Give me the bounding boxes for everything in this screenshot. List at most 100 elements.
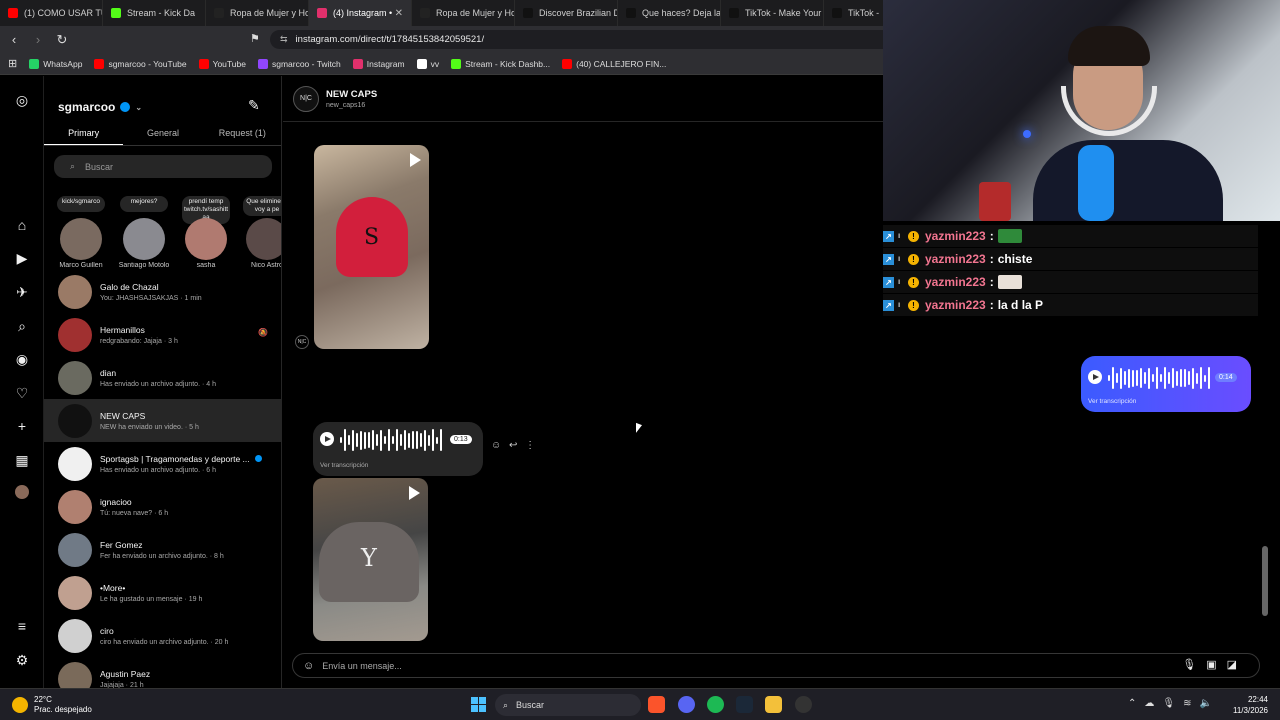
tab-requests[interactable]: Request (1) — [203, 122, 281, 145]
more-options-icon[interactable]: ⋮ — [525, 440, 535, 451]
meta-apps-icon[interactable]: ⚙ — [12, 650, 32, 670]
wifi-icon[interactable]: ≋ — [1183, 698, 1199, 709]
tab-title: Ropa de Mujer y Ho — [436, 8, 515, 18]
profile-avatar[interactable] — [12, 484, 32, 504]
nav-rail: ◎ ⌂ ▶ ✈ ⌕ ◉ ♡ + ▦ ≡ ⚙ — [0, 76, 44, 688]
browser-tab[interactable]: Que haces? Deja la — [618, 0, 721, 26]
search-icon[interactable]: ⌕ — [12, 316, 32, 336]
explore-icon[interactable]: ◉ — [12, 349, 32, 369]
weather-desc: Prac. despejado — [34, 705, 92, 714]
volume-icon[interactable]: 🔈 — [1199, 698, 1219, 709]
bookmark-item[interactable]: Instagram — [352, 58, 405, 69]
chat-message: la d la P — [997, 298, 1044, 312]
microphone-icon[interactable]: 🎙 — [1182, 659, 1206, 671]
file-explorer-icon[interactable] — [765, 696, 782, 713]
conversation-item[interactable]: Fer Gomez Fer ha enviado un archivo adjun… — [44, 528, 281, 571]
audio-message-outgoing[interactable]: 0:14 Ver transcripción — [1081, 356, 1251, 412]
create-icon[interactable]: + — [12, 416, 32, 436]
bookmark-label: Stream - Kick Dashb... — [465, 58, 551, 69]
view-transcription-link[interactable]: Ver transcripción — [1088, 398, 1136, 405]
search-icon: ⌕ — [70, 161, 76, 171]
tab-general[interactable]: General — [123, 122, 202, 145]
browser-tab[interactable]: TikTok - Make Your — [721, 0, 824, 26]
chat-avatar[interactable]: N|C — [293, 86, 319, 112]
more-menu-icon[interactable]: ≡ — [12, 616, 32, 636]
react-icon[interactable]: ☺ — [491, 440, 501, 451]
emote-icon — [997, 275, 1022, 289]
obs-icon[interactable] — [795, 696, 812, 713]
steam-icon[interactable] — [736, 696, 753, 713]
bookmark-item[interactable]: sgmarcoo - YouTube — [94, 58, 187, 69]
network-icon[interactable]: ☁ — [1144, 698, 1162, 709]
messages-icon[interactable]: ✈ — [12, 282, 32, 302]
emoji-icon[interactable]: ☺ — [303, 660, 314, 672]
message-input[interactable]: ☺ Envía un mensaje... 🎙▣◪ — [292, 653, 1260, 678]
tab-favicon-icon — [832, 8, 842, 18]
back-icon[interactable]: ‹ — [4, 32, 24, 47]
conversation-preview: Has enviado un archivo adjunto. · 6 h — [100, 466, 216, 474]
play-icon[interactable] — [320, 432, 334, 446]
taskbar-search[interactable]: ⌕ Buscar — [495, 694, 641, 716]
conversation-item[interactable]: NEW CAPS NEW ha enviado un video. · 5 h — [44, 399, 281, 442]
microphone-icon[interactable]: 🎙 — [1162, 698, 1183, 709]
conversation-item[interactable]: ciro ciro ha enviado un archivo adjunto. … — [44, 614, 281, 657]
bookmark-icon[interactable]: ⚑ — [250, 32, 260, 45]
browser-tab[interactable]: (1) COMO USAR TU — [0, 0, 103, 26]
discord-icon[interactable] — [678, 696, 695, 713]
reels-icon[interactable]: ▶ — [12, 248, 32, 268]
info-badge-icon: ! — [908, 276, 919, 288]
close-tab-icon[interactable]: ✕ — [395, 8, 403, 19]
site-info-icon[interactable]: ⇆ — [280, 34, 288, 45]
browser-tab[interactable]: Ropa de Mujer y Ho — [206, 0, 309, 26]
new-message-icon[interactable]: ✎ — [248, 97, 260, 114]
sticker-icon[interactable]: ◪ — [1227, 659, 1247, 671]
chat-title[interactable]: NEW CAPS — [326, 89, 377, 100]
bookmark-item[interactable]: WhatsApp — [29, 58, 82, 69]
browser-tab[interactable]: Discover Brazilian D — [515, 0, 618, 26]
reply-icon[interactable]: ↩ — [509, 440, 517, 451]
play-icon[interactable] — [1088, 370, 1102, 384]
clock[interactable]: 22:44 11/3/2026 — [1233, 694, 1268, 716]
tab-primary[interactable]: Primary — [44, 122, 124, 145]
start-icon[interactable] — [471, 697, 486, 712]
browser-tab[interactable]: Ropa de Mujer y Ho — [412, 0, 515, 26]
note-bubble: Que elimine le voy a pe — [243, 196, 281, 216]
bookmark-item[interactable]: Stream - Kick Dashb... — [451, 58, 551, 69]
conversation-item[interactable]: Hermanillos redgrabando: Jajaja · 3 h 🔕 — [44, 313, 281, 356]
reload-icon[interactable]: ↻ — [52, 32, 72, 48]
chevron-up-icon[interactable]: ⌃ — [1128, 698, 1144, 709]
audio-message-incoming[interactable]: 0:13 Ver transcripción — [313, 422, 483, 476]
dashboard-icon[interactable]: ▦ — [12, 450, 32, 470]
apps-grid-icon[interactable]: ⊞ — [8, 57, 17, 70]
browser-tab[interactable]: (4) Instagram • ✕ — [309, 0, 412, 26]
conversation-item[interactable]: ignacioo Tú: nueva nave? · 6 h — [44, 485, 281, 528]
home-icon[interactable]: ⌂ — [12, 215, 32, 235]
video-message-grey-cap[interactable]: Y — [313, 478, 428, 641]
notifications-icon[interactable]: ♡ — [12, 383, 32, 403]
instagram-logo-icon[interactable]: ◎ — [12, 90, 32, 110]
search-input[interactable]: ⌕ Buscar — [54, 155, 272, 178]
bookmark-item[interactable]: vv — [416, 58, 439, 69]
video-message-red-cap[interactable]: S — [314, 145, 429, 349]
browser-tab[interactable]: Stream - Kick Da — [103, 0, 206, 26]
bookmark-item[interactable]: sgmarcoo - Twitch — [257, 58, 341, 69]
spotify-icon[interactable] — [707, 696, 724, 713]
view-transcription-link[interactable]: Ver transcripción — [320, 462, 368, 469]
conversation-item[interactable]: Agustin Paez Jajajaja · 21 h — [44, 657, 281, 688]
tab-title: Stream - Kick Da — [127, 8, 196, 18]
forward-icon[interactable]: › — [28, 32, 48, 47]
account-switcher[interactable]: sgmarcoo ⌄ — [58, 100, 142, 114]
bookmark-item[interactable]: YouTube — [198, 58, 246, 69]
bookmark-favicon-icon — [451, 58, 462, 69]
stream-chat-line: ↗ ı! yazmin223: la d la P — [883, 294, 1258, 316]
url-field[interactable]: ⇆ instagram.com/direct/t/178451538420595… — [270, 30, 910, 49]
brave-browser-icon[interactable] — [648, 696, 665, 713]
conversation-item[interactable]: Galo de Chazal You: JHASHSAJSAKJAS · 1 mi… — [44, 270, 281, 313]
conversation-item[interactable]: dian Has enviado un archivo adjunto. · 4 … — [44, 356, 281, 399]
message-actions: ☺ ↩ ⋮ — [491, 440, 535, 451]
conversation-item[interactable]: Sportagsb | Tragamonedas y deporte ... Ha… — [44, 442, 281, 485]
bookmark-item[interactable]: (40) CALLEJERO FIN... — [562, 58, 666, 69]
image-icon[interactable]: ▣ — [1206, 659, 1226, 671]
weather-widget[interactable]: 22°C Prac. despejado — [12, 695, 92, 715]
conversation-item[interactable]: •More• Le ha gustado un mensaje · 19 h — [44, 571, 281, 614]
